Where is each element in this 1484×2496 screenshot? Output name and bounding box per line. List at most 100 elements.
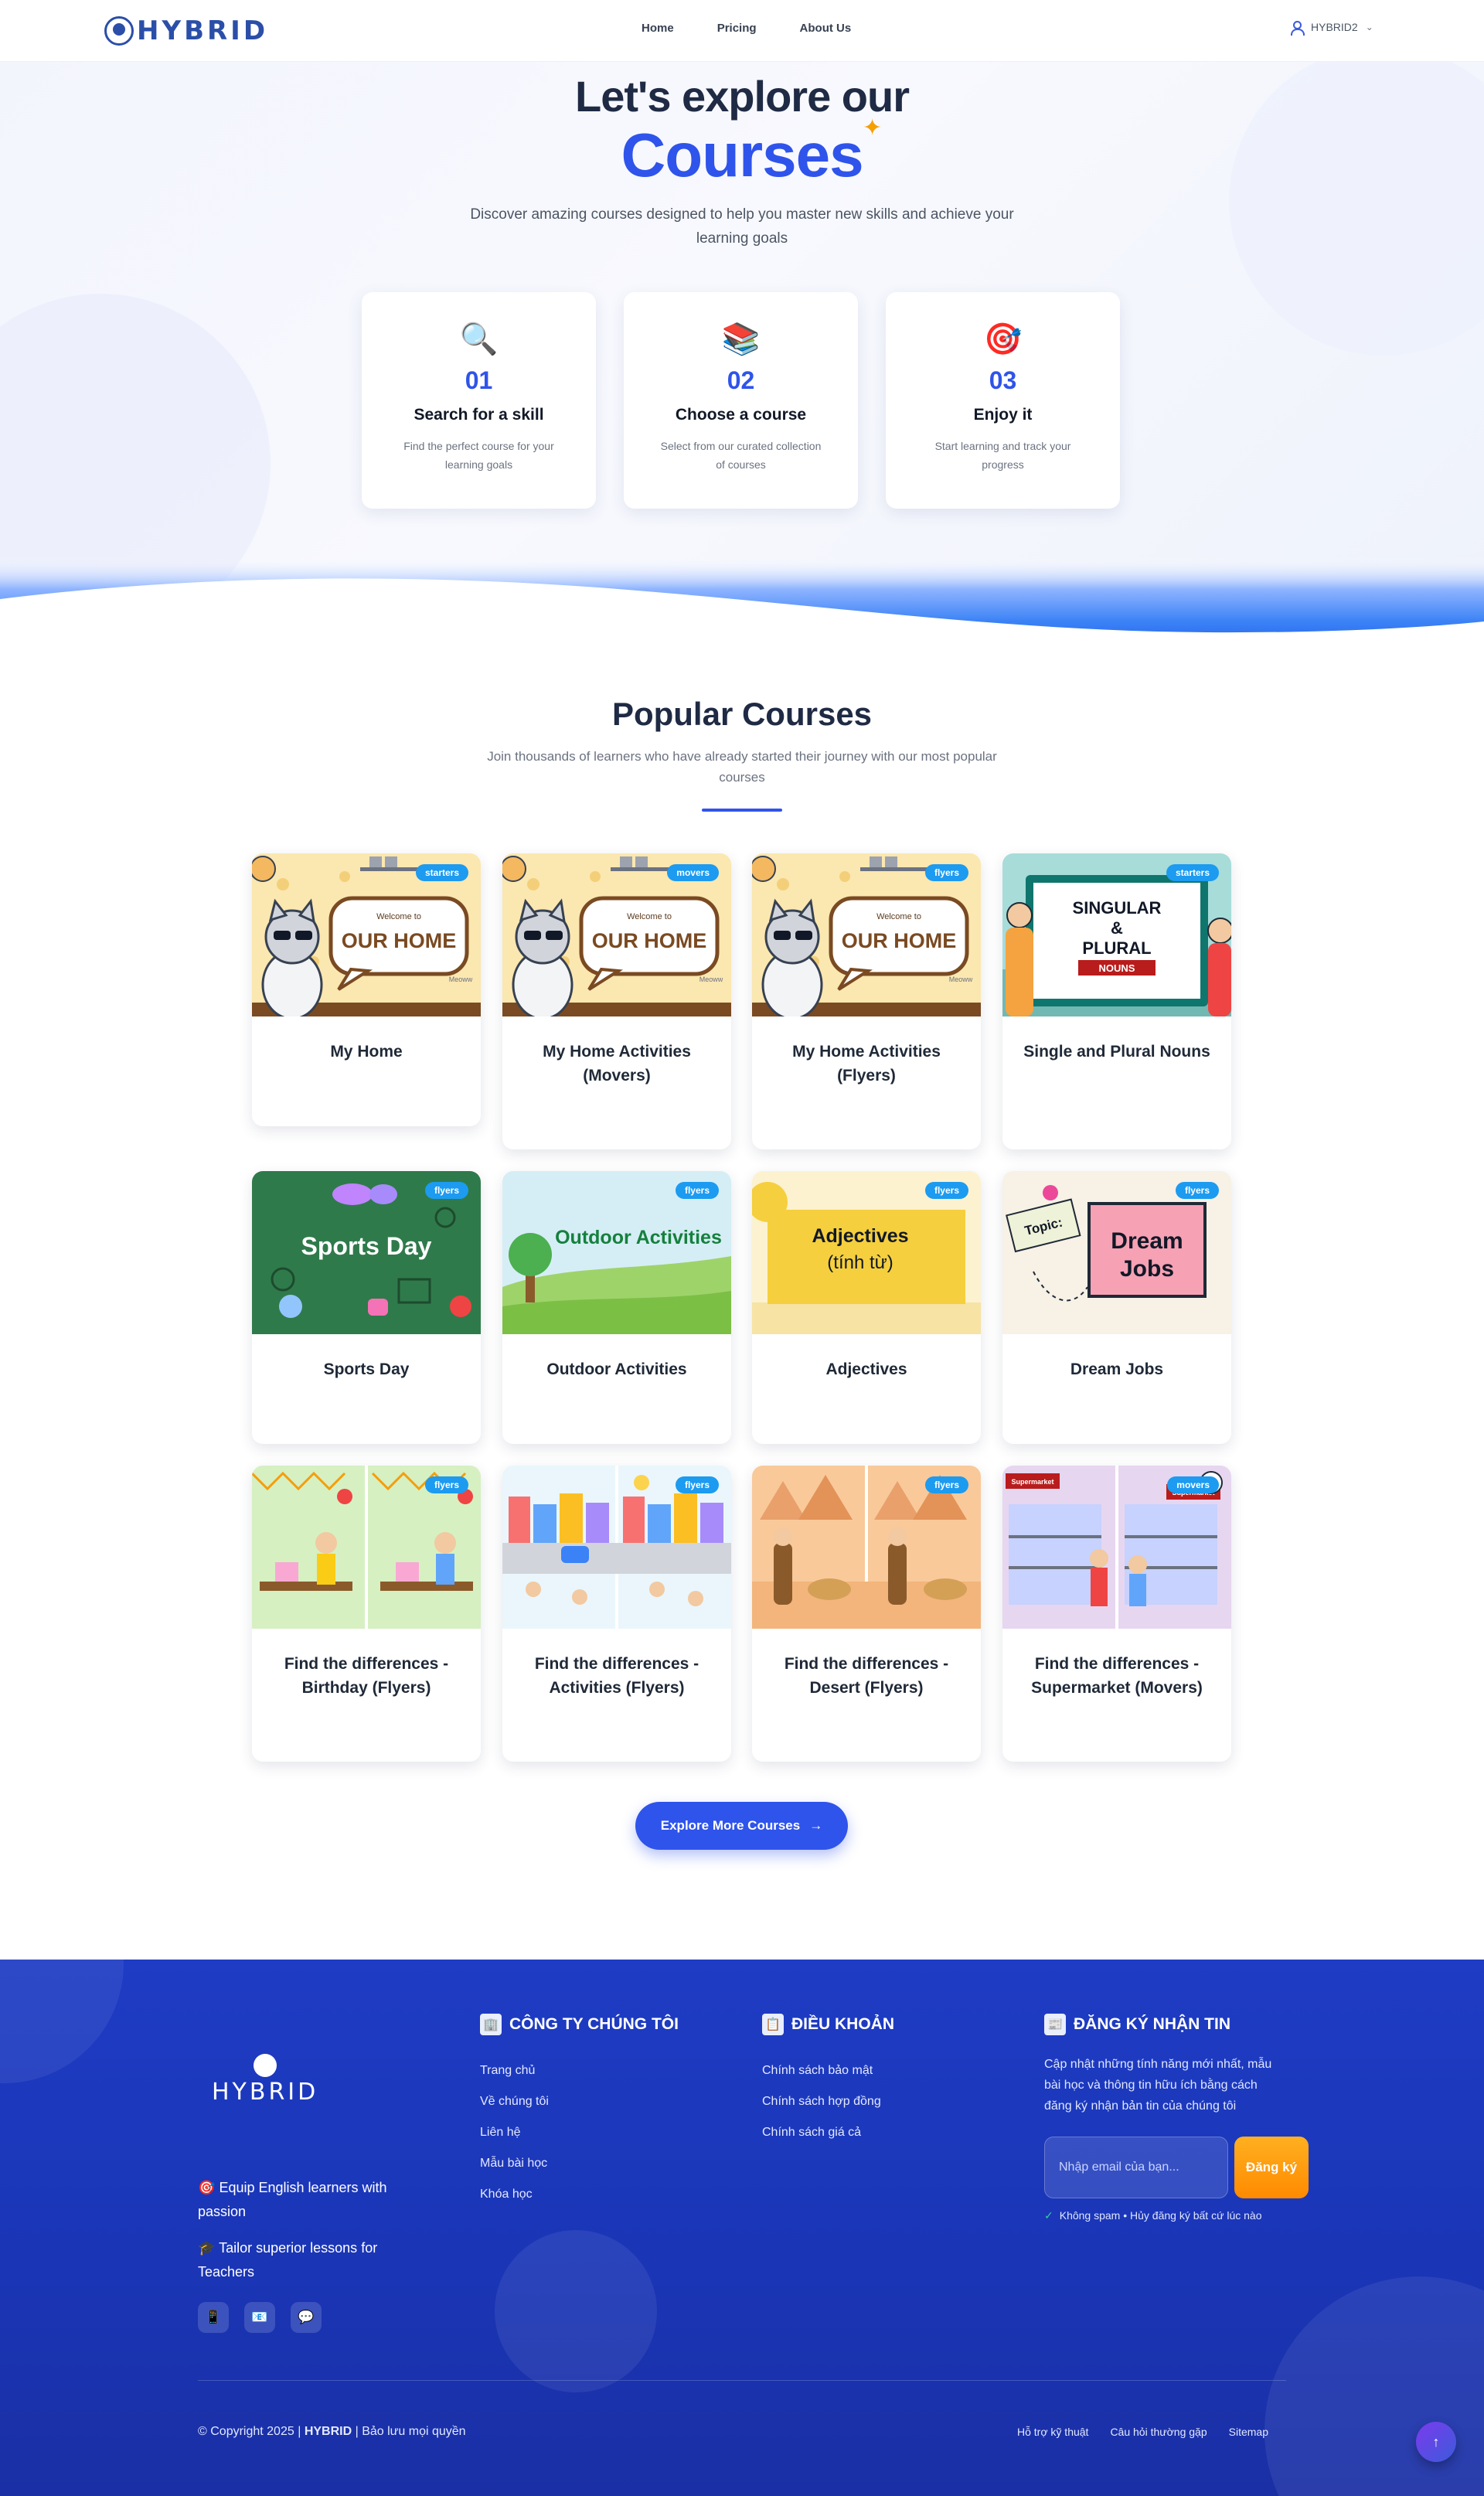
step-card-choose: 📚 02 Choose a course Select from our cur… <box>624 292 858 509</box>
magnifier-icon: 🔍 <box>459 322 499 356</box>
footer-link-support[interactable]: Hỗ trợ kỹ thuật <box>1017 2426 1088 2438</box>
step-card-search: 🔍 01 Search for a skill Find the perfect… <box>362 292 596 509</box>
footer-link-contact[interactable]: Liên hệ <box>480 2117 679 2148</box>
site-logo[interactable]: HYBRID <box>104 15 268 46</box>
course-card[interactable]: flyers Find the differences - Desert (Fly… <box>752 1466 981 1762</box>
copyright-suffix: | Bảo lưu mọi quyền <box>355 2425 466 2438</box>
course-card[interactable]: Welcome to OUR HOME Meoww flyers My Home Act… <box>752 853 981 1149</box>
footer-link-samples[interactable]: Mẫu bài học <box>480 2148 679 2179</box>
heading-text: CÔNG TY CHÚNG TÔI <box>509 2015 679 2033</box>
course-title: Sports Day <box>323 1360 410 1378</box>
footer-link-courses[interactable]: Khóa học <box>480 2179 679 2210</box>
footer-link-privacy[interactable]: Chính sách bảo mật <box>762 2055 894 2086</box>
course-thumbnail: Welcome to OUR HOME Meoww starters <box>252 853 481 1016</box>
note-text: Không spam • Hủy đăng ký bất cứ lúc nào <box>1059 2209 1262 2222</box>
course-title: My Home <box>330 1043 403 1061</box>
popular-courses-subtitle: Join thousands of learners who have alre… <box>487 749 997 785</box>
nav-link-pricing[interactable]: Pricing <box>717 22 757 35</box>
newspaper-icon: 📰 <box>1044 2014 1066 2035</box>
nav-link-about[interactable]: About Us <box>800 22 852 35</box>
course-card[interactable]: Sports Day flyers Sports Day <box>252 1171 481 1444</box>
svg-text:Supermarket: Supermarket <box>1011 1478 1053 1486</box>
svg-text:Dream: Dream <box>1111 1228 1183 1254</box>
footer-link-faq[interactable]: Câu hỏi thường gặp <box>1110 2426 1207 2438</box>
footer-logo[interactable]: HYBRID <box>212 2054 318 2106</box>
svg-text:Welcome to: Welcome to <box>376 912 421 921</box>
svg-text:Welcome to: Welcome to <box>876 912 921 921</box>
heading-text: ĐĂNG KÝ NHẬN TIN <box>1074 2015 1230 2033</box>
graduation-cap-icon: 🎓 <box>198 2240 216 2256</box>
footer-link-about[interactable]: Về chúng tôi <box>480 2086 679 2117</box>
chat-icon[interactable]: 💬 <box>291 2302 322 2333</box>
course-card[interactable]: SINGULAR & PLURAL NOUNS starters Single and P… <box>1002 853 1231 1149</box>
svg-text:Meoww: Meoww <box>949 976 973 983</box>
course-card[interactable]: Outdoor Activities flyers Outdoor Activiti… <box>502 1171 731 1444</box>
footer-bottom-links: Hỗ trợ kỹ thuật Câu hỏi thường gặp Sitem… <box>1017 2426 1268 2438</box>
logo-mark-icon <box>104 16 134 46</box>
newsletter-note: ✓ Không spam • Hủy đăng ký bất cứ lúc nà… <box>1044 2209 1309 2222</box>
step-card-enjoy: 🎯 03 Enjoy it Start learning and track y… <box>886 292 1120 509</box>
course-title: Outdoor Activities <box>546 1360 687 1378</box>
footer-link-sitemap[interactable]: Sitemap <box>1229 2426 1268 2438</box>
svg-text:Jobs: Jobs <box>1120 1256 1174 1282</box>
course-card[interactable]: flyers Find the differences - Birthday (F… <box>252 1466 481 1762</box>
footer-company-links: Trang chủ Về chúng tôi Liên hệ Mẫu bài h… <box>480 2055 679 2210</box>
heading-text: ĐIỀU KHOẢN <box>791 2015 895 2033</box>
email-icon[interactable]: 📧 <box>244 2302 275 2333</box>
course-thumbnail: Outdoor Activities flyers <box>502 1171 731 1334</box>
course-thumbnail: Sports Day flyers <box>252 1171 481 1334</box>
footer-company-column: 🏢 CÔNG TY CHÚNG TÔI Trang chủ Về chúng t… <box>480 2014 679 2210</box>
newsletter-description: Cập nhật những tính năng mới nhất, mẫu b… <box>1044 2058 1272 2113</box>
course-thumbnail: SupermarketSupermarketmovers <box>1002 1466 1231 1629</box>
nav-link-home[interactable]: Home <box>642 22 674 35</box>
svg-text:NOUNS: NOUNS <box>1099 962 1135 974</box>
newsletter-email-input[interactable] <box>1044 2137 1228 2198</box>
svg-text:Outdoor Activities: Outdoor Activities <box>555 1227 722 1248</box>
course-title: Find the differences - Supermarket (Move… <box>1031 1655 1203 1697</box>
course-card[interactable]: Adjectives (tính từ) flyers Adjectives <box>752 1171 981 1444</box>
course-card[interactable]: SupermarketSupermarketmovers Find the dif… <box>1002 1466 1231 1762</box>
footer-divider <box>198 2380 1286 2381</box>
popular-courses-title: Popular Courses <box>611 696 873 732</box>
course-card[interactable]: Welcome to OUR HOME Meoww movers My Home Act… <box>502 853 731 1149</box>
footer-decor-circle <box>0 1960 124 2083</box>
course-card[interactable]: flyers Find the differences - Activities … <box>502 1466 731 1762</box>
step-description: Start learning and track your progress <box>934 440 1071 471</box>
hero-title-highlight: Courses <box>621 121 863 189</box>
title-underline <box>702 809 782 812</box>
course-thumbnail: flyers <box>752 1466 981 1629</box>
footer-pitch-1: 🎯 Equip English learners with passion <box>198 2176 430 2224</box>
footer-terms-column: 📋 ĐIỀU KHOẢN Chính sách bảo mật Chính sá… <box>762 2014 894 2148</box>
level-badge: flyers <box>924 1476 968 1493</box>
svg-text:Welcome to: Welcome to <box>627 912 672 921</box>
copyright-brand: HYBRID <box>304 2425 352 2438</box>
scroll-to-top-button[interactable]: ↑ <box>1416 2422 1456 2462</box>
course-thumbnail: Adjectives (tính từ) flyers <box>752 1171 981 1334</box>
footer-link-home[interactable]: Trang chủ <box>480 2055 679 2086</box>
course-card[interactable]: Welcome to OUR HOME Meoww starters My Home <box>252 853 481 1126</box>
phone-icon[interactable]: 📱 <box>198 2302 229 2333</box>
check-icon: ✓ <box>1044 2209 1053 2222</box>
steps-row: 🔍 01 Search for a skill Find the perfect… <box>362 292 1120 509</box>
user-menu[interactable]: HYBRID2 ⌄ <box>1289 20 1373 36</box>
course-card[interactable]: Dream Jobs Topic: flyers Dream Jobs <box>1002 1171 1231 1444</box>
footer-logo-text: HYBRID <box>212 2079 319 2106</box>
footer-terms-links: Chính sách bảo mật Chính sách hợp đồng C… <box>762 2055 894 2148</box>
course-thumbnail: Dream Jobs Topic: flyers <box>1002 1171 1231 1334</box>
svg-text:(tính từ): (tính từ) <box>827 1252 893 1273</box>
svg-text:Meoww: Meoww <box>449 976 473 983</box>
pitch-text: Tailor superior lessons for Teachers <box>198 2240 378 2280</box>
user-icon <box>1289 20 1305 36</box>
svg-text:OUR HOME: OUR HOME <box>342 929 457 952</box>
step-title: Search for a skill <box>414 406 544 424</box>
newsletter-subscribe-button[interactable]: Đăng ký <box>1234 2137 1309 2198</box>
main-nav: Home Pricing About Us <box>642 22 851 35</box>
copyright-prefix: © Copyright 2025 | <box>198 2425 301 2438</box>
footer-link-pricing-policy[interactable]: Chính sách giá cả <box>762 2117 894 2148</box>
footer-link-contract[interactable]: Chính sách hợp đồng <box>762 2086 894 2117</box>
course-thumbnail: Welcome to OUR HOME Meoww movers <box>502 853 731 1016</box>
course-title: Dream Jobs <box>1070 1360 1164 1378</box>
explore-more-button[interactable]: Explore More Courses → <box>635 1802 848 1850</box>
svg-text:Adjectives: Adjectives <box>812 1225 908 1247</box>
course-title: Adjectives <box>825 1360 907 1378</box>
